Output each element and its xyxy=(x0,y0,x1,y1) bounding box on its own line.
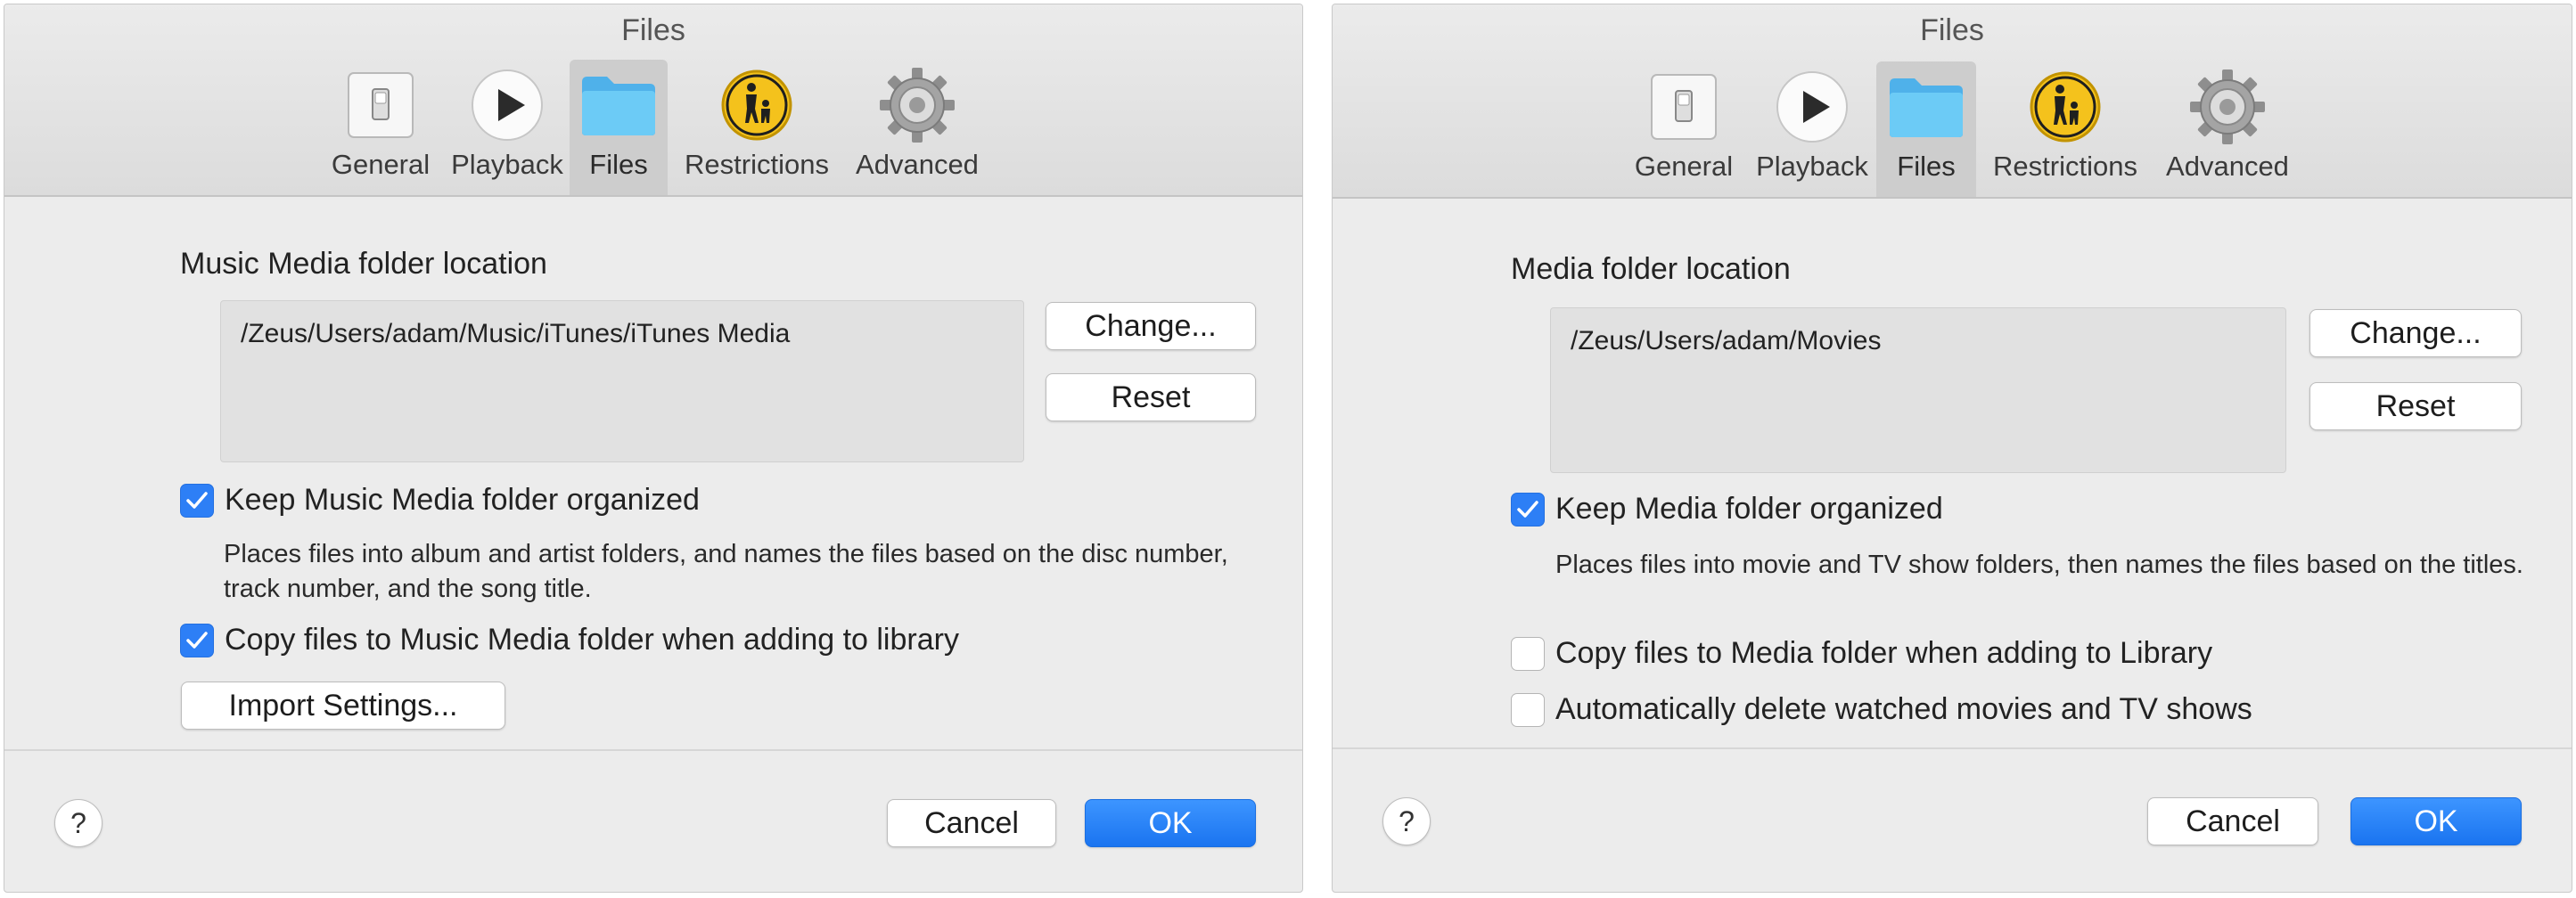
copy-files-checkbox[interactable] xyxy=(1511,636,1545,671)
folder-icon xyxy=(1886,69,1966,145)
copy-files-row[interactable]: Copy files to Music Media folder when ad… xyxy=(180,623,959,657)
gear-icon xyxy=(878,67,956,143)
cancel-button[interactable]: Cancel xyxy=(2147,797,2318,845)
folder-icon xyxy=(578,67,659,143)
window-title: Files xyxy=(621,13,685,47)
ok-button[interactable]: OK xyxy=(1085,799,1256,847)
tab-restrictions-label: Restrictions xyxy=(685,149,829,180)
checkmark-icon xyxy=(1517,500,1538,518)
keep-organized-row[interactable]: Keep Media folder organized xyxy=(1511,492,1943,527)
media-folder-path: /Zeus/Users/adam/Music/iTunes/iTunes Med… xyxy=(220,300,1024,462)
footer-divider xyxy=(4,749,1302,751)
files-preferences-window-music: Files General Playback Files Restriction… xyxy=(4,4,1303,893)
change-folder-button[interactable]: Change... xyxy=(1046,302,1256,350)
tab-files[interactable]: Files xyxy=(570,60,668,195)
copy-files-label: Copy files to Media folder when adding t… xyxy=(1555,636,2213,670)
keep-organized-row[interactable]: Keep Music Media folder organized xyxy=(180,483,700,518)
help-button[interactable]: ? xyxy=(54,799,103,847)
keep-organized-checkbox[interactable] xyxy=(1511,492,1545,527)
tab-general[interactable]: General xyxy=(1620,61,1748,197)
media-folder-location-label: Music Media folder location xyxy=(180,247,547,281)
tab-files-label: Files xyxy=(589,149,648,180)
switch-icon xyxy=(345,67,416,143)
copy-files-row[interactable]: Copy files to Media folder when adding t… xyxy=(1511,636,2212,671)
keep-organized-label: Keep Media folder organized xyxy=(1555,492,1943,526)
footer-divider xyxy=(1333,747,2572,749)
parental-icon xyxy=(2028,69,2103,145)
import-settings-button[interactable]: Import Settings... xyxy=(181,682,505,730)
tab-files-label: Files xyxy=(1897,151,1956,182)
tab-advanced-label: Advanced xyxy=(2166,151,2289,182)
ok-button[interactable]: OK xyxy=(2350,797,2522,845)
switch-icon xyxy=(1648,69,1719,145)
play-icon xyxy=(470,67,545,143)
keep-organized-description: Places files into album and artist folde… xyxy=(224,540,1228,603)
keep-organized-checkbox[interactable] xyxy=(180,483,214,518)
change-folder-button[interactable]: Change... xyxy=(2309,309,2522,357)
files-preferences-window-tv: Files General Playback Files Restriction… xyxy=(1332,4,2572,893)
tab-general-label: General xyxy=(1634,151,1734,182)
tab-general[interactable]: General xyxy=(316,60,445,195)
auto-delete-label: Automatically delete watched movies and … xyxy=(1555,692,2252,726)
keep-organized-description: Places files into movie and TV show fold… xyxy=(1555,551,2523,579)
copy-files-checkbox[interactable] xyxy=(180,623,214,657)
tab-advanced[interactable]: Advanced xyxy=(846,60,989,195)
keep-organized-label: Keep Music Media folder organized xyxy=(225,483,700,517)
tab-restrictions[interactable]: Restrictions xyxy=(1976,61,2154,197)
window-title: Files xyxy=(1920,13,1984,47)
tab-files[interactable]: Files xyxy=(1876,61,1976,197)
reset-folder-button[interactable]: Reset xyxy=(2309,382,2522,430)
tab-advanced-label: Advanced xyxy=(856,149,979,180)
copy-files-label: Copy files to Music Media folder when ad… xyxy=(225,623,959,657)
tab-restrictions-label: Restrictions xyxy=(1993,151,2137,182)
play-icon xyxy=(1775,69,1850,145)
tab-playback-label: Playback xyxy=(1756,151,1868,182)
media-folder-path: /Zeus/Users/adam/Movies xyxy=(1550,307,2286,473)
tab-playback[interactable]: Playback xyxy=(445,60,570,195)
preferences-toolbar: Files General Playback Files Restriction… xyxy=(4,4,1302,197)
auto-delete-checkbox[interactable] xyxy=(1511,692,1545,727)
preferences-tabs: General Playback Files Restrictions Adva… xyxy=(316,60,989,195)
tab-playback[interactable]: Playback xyxy=(1748,61,1876,197)
auto-delete-row[interactable]: Automatically delete watched movies and … xyxy=(1511,692,2252,727)
checkmark-icon xyxy=(186,491,208,509)
help-button[interactable]: ? xyxy=(1382,797,1431,845)
reset-folder-button[interactable]: Reset xyxy=(1046,373,1256,421)
tab-advanced[interactable]: Advanced xyxy=(2154,61,2301,197)
parental-icon xyxy=(719,67,794,143)
checkmark-icon xyxy=(186,631,208,649)
preferences-toolbar: Files General Playback Files Restriction… xyxy=(1333,4,2572,199)
preferences-tabs: General Playback Files Restrictions Adva… xyxy=(1620,61,2301,197)
tab-playback-label: Playback xyxy=(451,149,563,180)
gear-icon xyxy=(2188,69,2267,145)
tab-restrictions[interactable]: Restrictions xyxy=(668,60,846,195)
cancel-button[interactable]: Cancel xyxy=(887,799,1056,847)
media-folder-location-label: Media folder location xyxy=(1511,252,1791,286)
tab-general-label: General xyxy=(331,149,431,180)
